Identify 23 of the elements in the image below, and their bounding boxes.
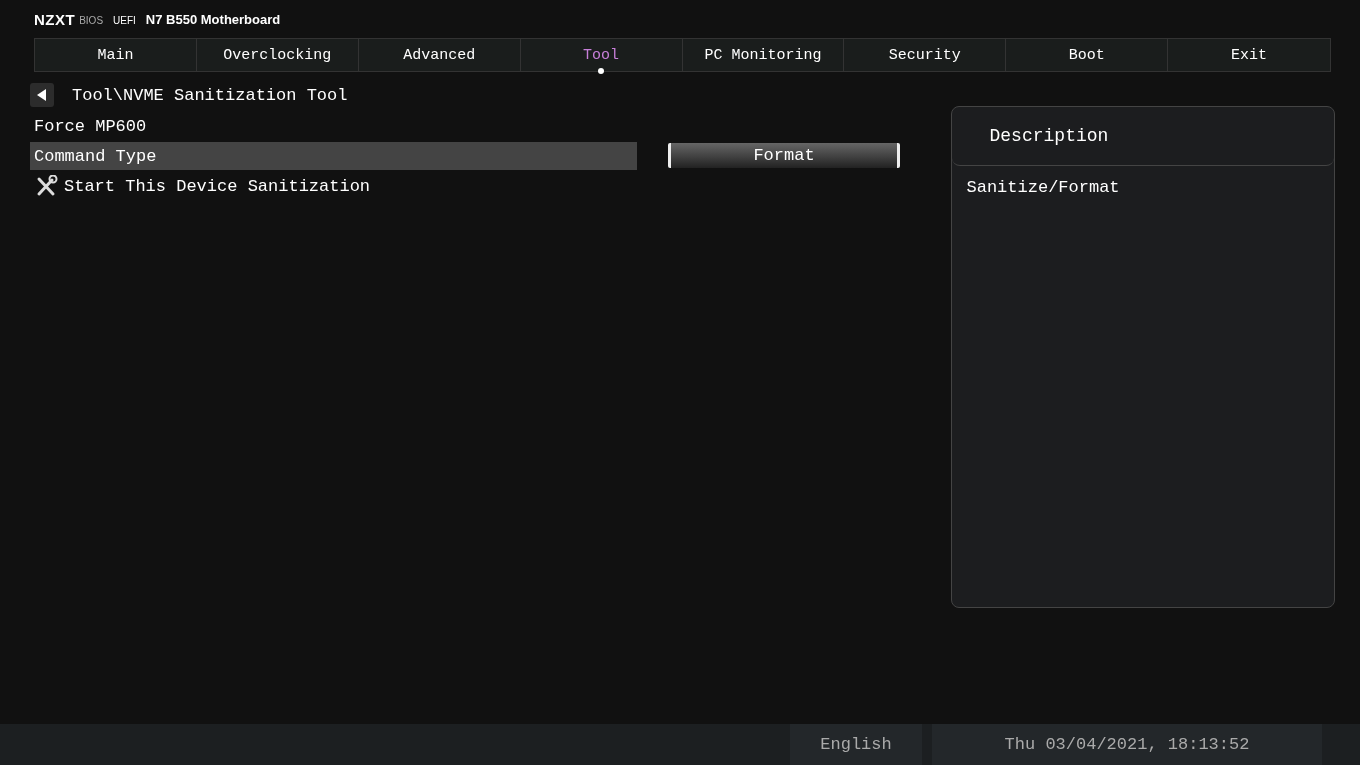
- brand-logo-text: NZXT: [34, 10, 76, 28]
- date-time: Thu 03/04/2021, 18:13:52: [932, 724, 1322, 765]
- brand-subtitle: BIOS: [79, 15, 104, 26]
- breadcrumb-path: Tool\NVME Sanitization Tool: [72, 85, 348, 105]
- description-title: Description: [989, 126, 1109, 146]
- firmware-label: UEFI: [113, 15, 136, 26]
- back-button[interactable]: [30, 83, 54, 107]
- device-name: Force MP600: [33, 115, 148, 138]
- action-item[interactable]: Start This Device Sanitization: [30, 172, 907, 200]
- setting-value-button[interactable]: Format: [668, 142, 900, 168]
- menu-tab[interactable]: Tool: [520, 39, 683, 71]
- menu-tab[interactable]: Main: [35, 39, 197, 71]
- menu-tab[interactable]: Advanced: [358, 39, 521, 71]
- back-arrow-icon: [37, 89, 47, 101]
- description-text: Sanitize/Format: [965, 177, 1121, 199]
- setting-row[interactable]: Command Type: [30, 142, 637, 170]
- menu-tab[interactable]: Security: [844, 39, 1007, 71]
- menu-tab[interactable]: Boot: [1006, 39, 1169, 71]
- language-selector[interactable]: English: [790, 724, 922, 765]
- board-model: N7 B550 Motherboard: [145, 11, 281, 27]
- menu-tab[interactable]: PC Monitoring: [682, 39, 845, 71]
- menu-tab[interactable]: Exit: [1168, 39, 1330, 71]
- menu-tab[interactable]: Overclocking: [196, 39, 359, 71]
